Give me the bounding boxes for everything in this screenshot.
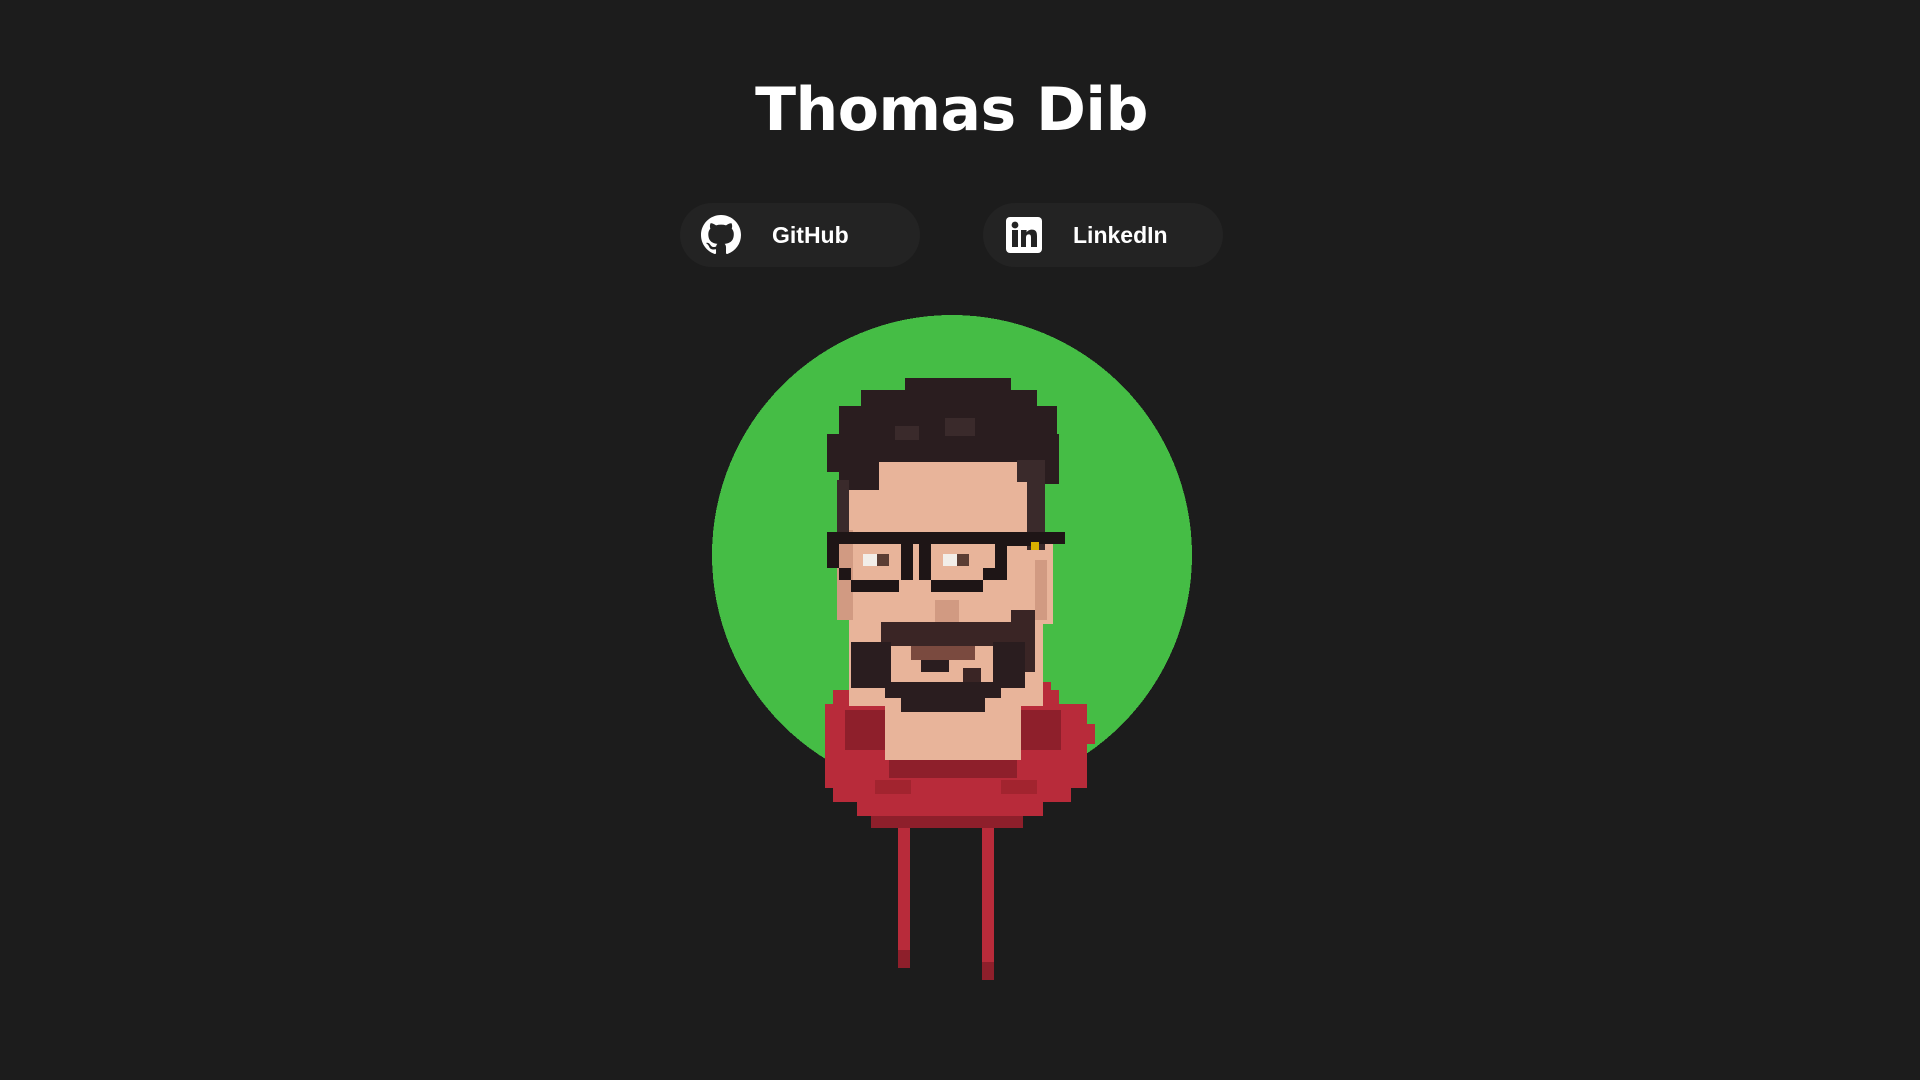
linkedin-icon xyxy=(1006,217,1042,253)
social-links: GitHub LinkedIn xyxy=(0,203,1903,267)
page-title: Thomas Dib xyxy=(755,75,1148,145)
github-icon xyxy=(701,215,741,255)
linkedin-link-label: LinkedIn xyxy=(1073,222,1168,248)
github-link-label: GitHub xyxy=(772,222,849,248)
github-link-button[interactable]: GitHub xyxy=(680,203,920,267)
linkedin-link-button[interactable]: LinkedIn xyxy=(983,203,1223,267)
avatar-portrait xyxy=(712,315,1192,980)
